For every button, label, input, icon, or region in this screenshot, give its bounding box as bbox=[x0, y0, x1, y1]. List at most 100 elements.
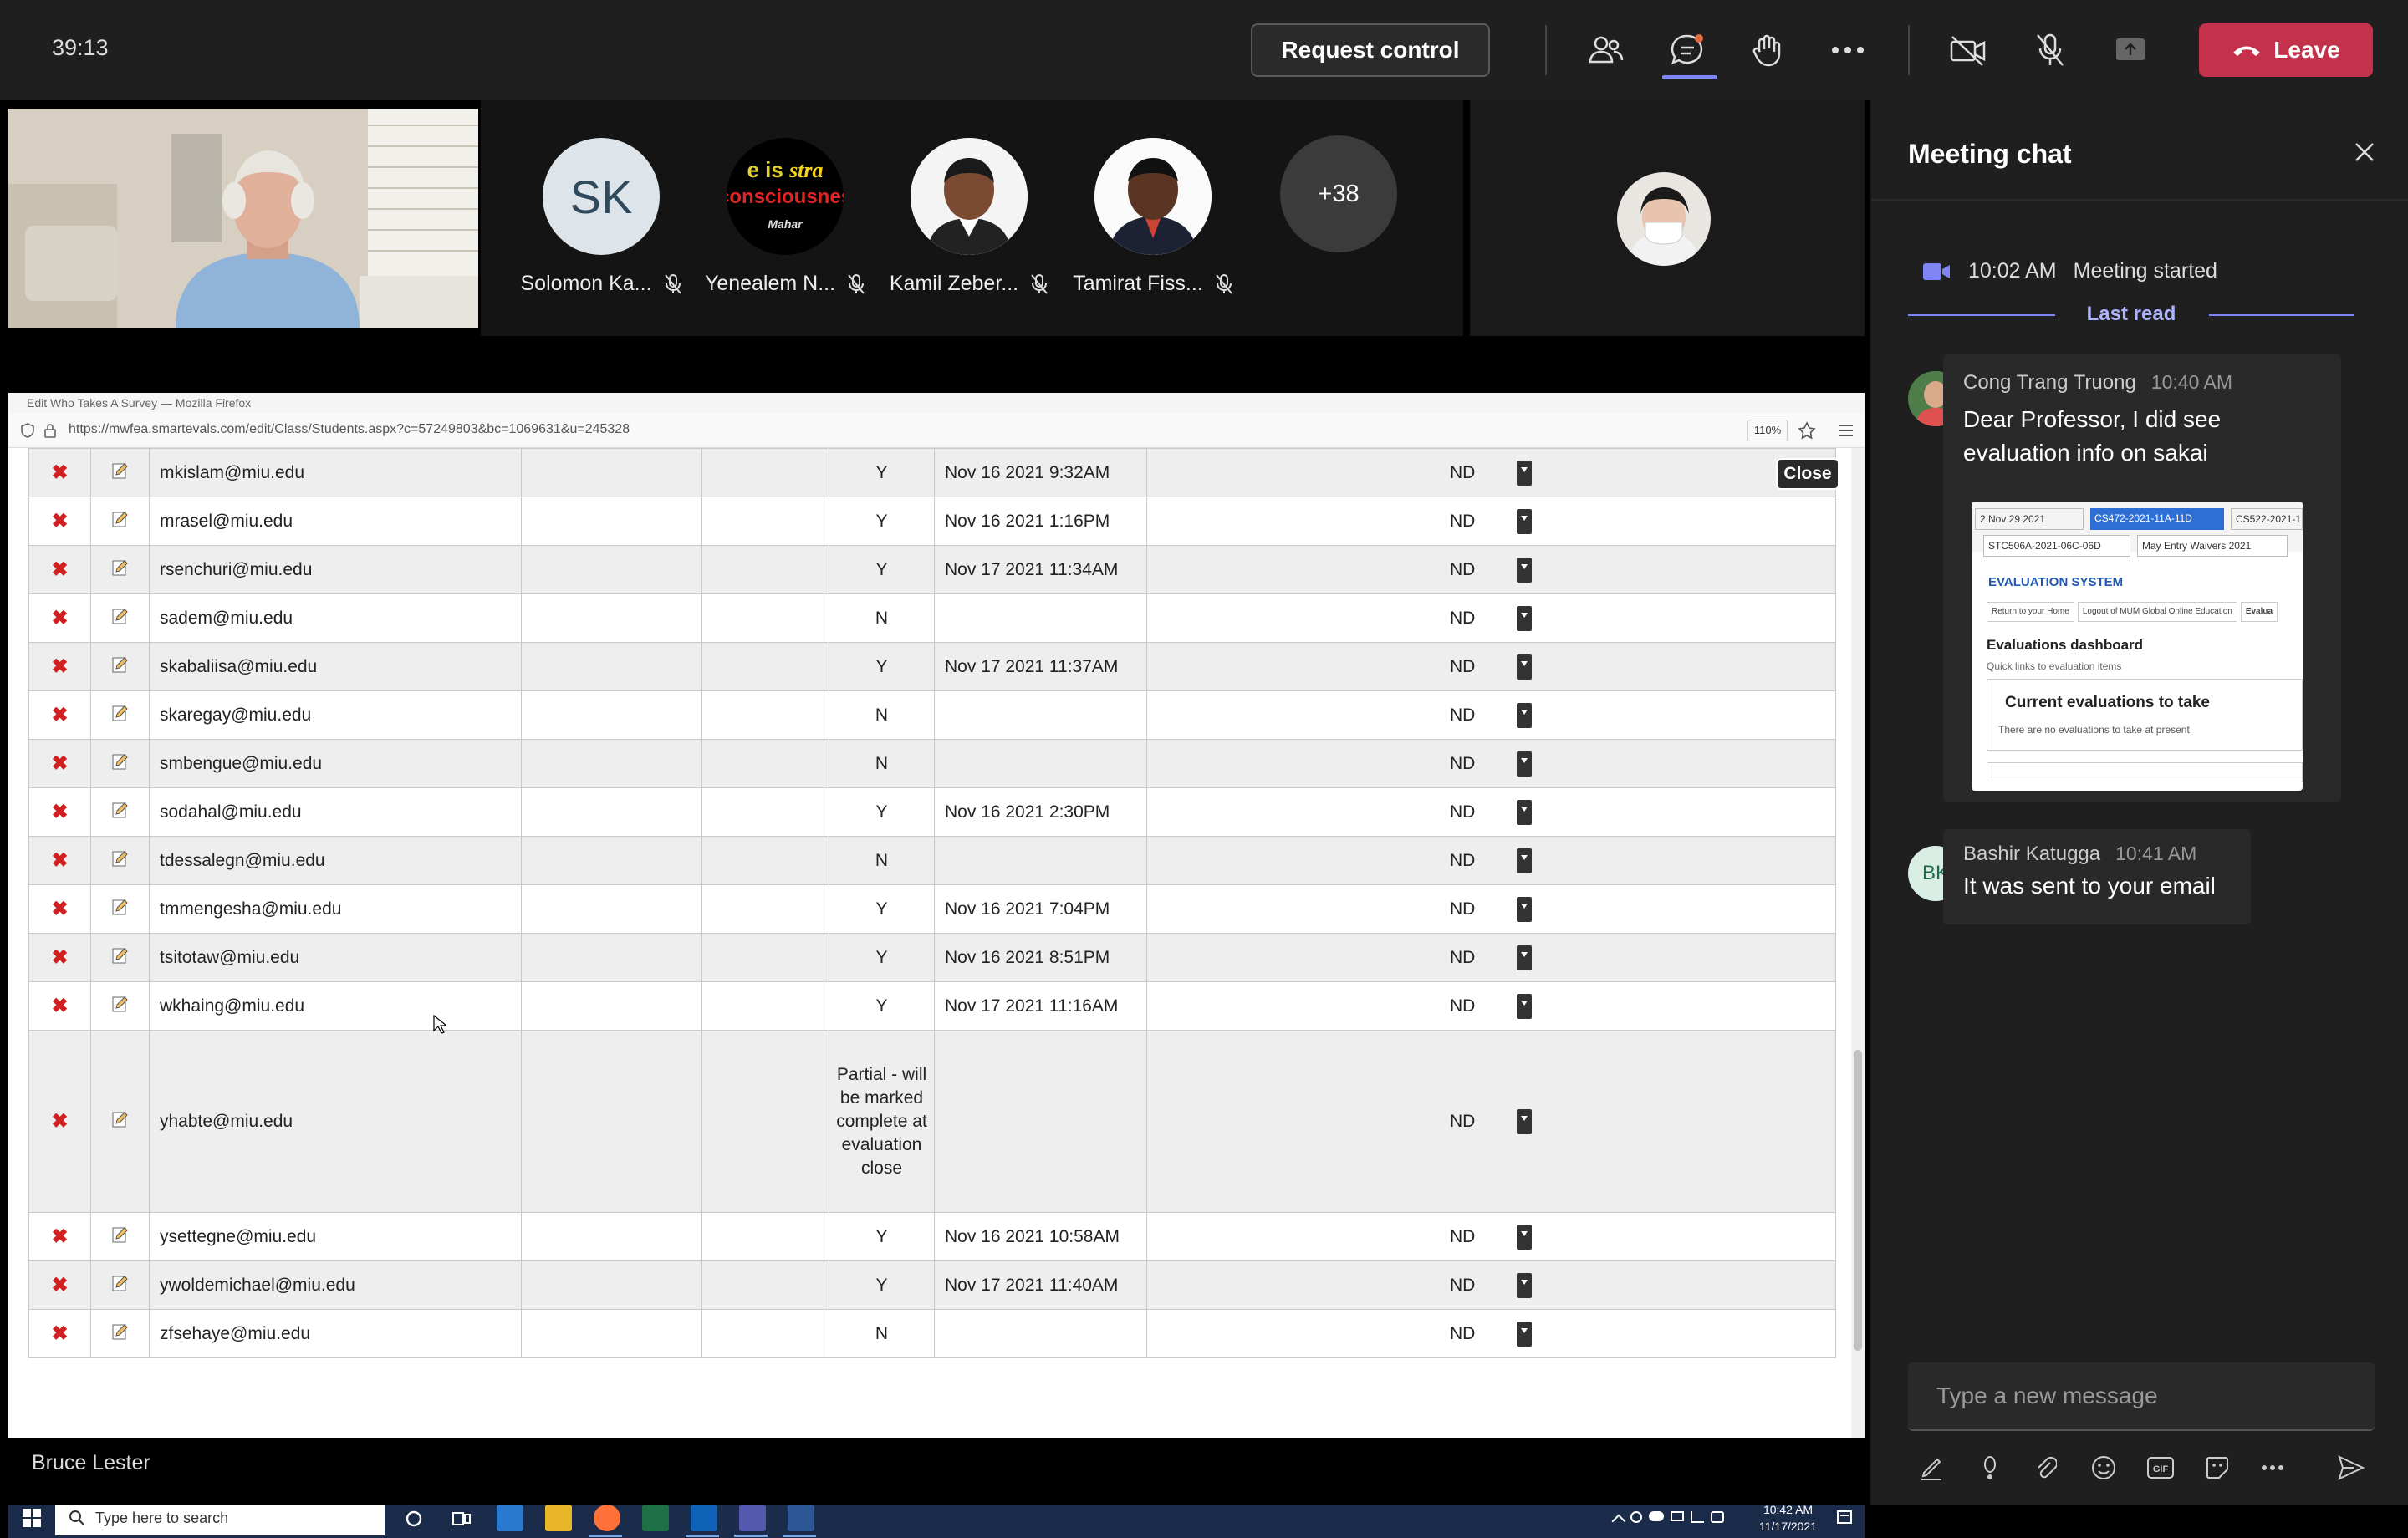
mic-off-icon[interactable] bbox=[2027, 27, 2074, 74]
edit-icon[interactable] bbox=[90, 593, 150, 643]
edit-icon[interactable] bbox=[90, 933, 150, 982]
delete-icon[interactable]: ✖ bbox=[28, 836, 91, 885]
format-icon[interactable] bbox=[1915, 1451, 1948, 1485]
delete-icon[interactable]: ✖ bbox=[28, 497, 91, 546]
message-compose-input[interactable]: Type a new message bbox=[1908, 1362, 2375, 1431]
edit-icon[interactable] bbox=[90, 1212, 150, 1261]
edit-icon[interactable] bbox=[90, 787, 150, 837]
status-dropdown[interactable] bbox=[1517, 945, 1532, 970]
edit-icon[interactable] bbox=[90, 497, 150, 546]
system-tray[interactable] bbox=[1611, 1511, 1747, 1529]
delete-icon[interactable]: ✖ bbox=[28, 1212, 91, 1261]
task-view-icon[interactable] bbox=[452, 1510, 472, 1528]
delete-icon[interactable]: ✖ bbox=[28, 642, 91, 691]
chat-attached-image[interactable]: 2 Nov 29 2021 CS472-2021-11A-11D CS522-2… bbox=[1972, 502, 2303, 791]
status-dropdown[interactable] bbox=[1517, 1272, 1532, 1298]
status-dropdown[interactable] bbox=[1517, 557, 1532, 583]
status-dropdown[interactable] bbox=[1517, 1224, 1532, 1250]
raise-hand-icon[interactable] bbox=[1744, 27, 1791, 74]
delete-icon[interactable]: ✖ bbox=[28, 933, 91, 982]
participant-tile[interactable]: Kamil Zeber... bbox=[885, 138, 1053, 296]
edit-icon[interactable] bbox=[90, 836, 150, 885]
status-dropdown[interactable] bbox=[1517, 799, 1532, 825]
emoji-icon[interactable] bbox=[2087, 1451, 2120, 1485]
people-icon[interactable] bbox=[1582, 27, 1629, 74]
delete-icon[interactable]: ✖ bbox=[28, 545, 91, 594]
status-dropdown[interactable] bbox=[1517, 993, 1532, 1019]
bookmark-star-icon[interactable] bbox=[1798, 421, 1816, 440]
edit-icon[interactable] bbox=[90, 884, 150, 934]
zoom-level[interactable]: 110% bbox=[1747, 420, 1788, 441]
scrollbar[interactable] bbox=[1851, 448, 1865, 1490]
delete-icon[interactable]: ✖ bbox=[28, 593, 91, 643]
outlook-icon[interactable] bbox=[691, 1505, 717, 1531]
status-dropdown[interactable] bbox=[1517, 1108, 1532, 1134]
taskbar-search-input[interactable]: Type here to search bbox=[55, 1500, 385, 1535]
status-dropdown[interactable] bbox=[1517, 605, 1532, 631]
word-icon[interactable] bbox=[788, 1505, 814, 1531]
edit-icon[interactable] bbox=[90, 739, 150, 788]
mail-app-icon[interactable] bbox=[497, 1505, 523, 1531]
delete-icon[interactable]: ✖ bbox=[28, 1309, 91, 1358]
shared-screen[interactable]: Edit Who Takes A Survey — Mozilla Firefo… bbox=[8, 393, 1865, 1538]
delete-icon[interactable]: ✖ bbox=[28, 739, 91, 788]
menu-icon[interactable] bbox=[1838, 423, 1854, 438]
edit-icon[interactable] bbox=[90, 1260, 150, 1310]
notification-icon[interactable] bbox=[1836, 1510, 1853, 1526]
url-text[interactable]: https://mwfea.smartevals.com/edit/Class/… bbox=[69, 422, 630, 437]
chat-icon[interactable] bbox=[1664, 27, 1711, 74]
edit-icon[interactable] bbox=[90, 545, 150, 594]
status-dropdown[interactable] bbox=[1517, 848, 1532, 873]
status-value: ND bbox=[1450, 608, 1476, 628]
participant-tile[interactable]: SK Solomon Ka... bbox=[518, 138, 685, 296]
status-dropdown[interactable] bbox=[1517, 896, 1532, 922]
delete-icon[interactable]: ✖ bbox=[28, 448, 91, 497]
status-dropdown[interactable] bbox=[1517, 654, 1532, 680]
close-icon[interactable] bbox=[2348, 135, 2381, 169]
presenter-video[interactable] bbox=[8, 109, 478, 328]
more-options-icon[interactable] bbox=[2256, 1451, 2289, 1485]
status-dropdown[interactable] bbox=[1517, 751, 1532, 777]
cortana-icon[interactable] bbox=[405, 1510, 423, 1528]
participant-tile[interactable]: e is stra consciousnes Mahar Yenealem N.… bbox=[701, 138, 869, 296]
edit-icon[interactable] bbox=[90, 690, 150, 740]
file-explorer-icon[interactable] bbox=[545, 1505, 572, 1531]
priority-icon[interactable] bbox=[1973, 1451, 2007, 1485]
more-participants-badge[interactable]: +38 bbox=[1280, 135, 1397, 252]
edit-icon[interactable] bbox=[90, 448, 150, 497]
status-dropdown[interactable] bbox=[1517, 508, 1532, 534]
delete-icon[interactable]: ✖ bbox=[28, 690, 91, 740]
send-icon[interactable] bbox=[2334, 1451, 2368, 1485]
status-dropdown[interactable] bbox=[1517, 1321, 1532, 1347]
camera-off-icon[interactable] bbox=[1945, 27, 1992, 74]
chat-message[interactable]: Bashir Katugga 10:41 AM It was sent to yo… bbox=[1943, 829, 2251, 924]
delete-icon[interactable]: ✖ bbox=[28, 981, 91, 1031]
delete-icon[interactable]: ✖ bbox=[28, 1030, 91, 1213]
leave-button[interactable]: Leave bbox=[2199, 23, 2373, 77]
edit-icon[interactable] bbox=[90, 642, 150, 691]
system-clock[interactable]: 10:42 AM 11/17/2021 bbox=[1759, 1501, 1817, 1535]
delete-icon[interactable]: ✖ bbox=[28, 1260, 91, 1310]
excel-icon[interactable] bbox=[642, 1505, 669, 1531]
sticker-icon[interactable] bbox=[2201, 1451, 2234, 1485]
edit-icon[interactable] bbox=[90, 981, 150, 1031]
delete-icon[interactable]: ✖ bbox=[28, 884, 91, 934]
attach-icon[interactable] bbox=[2028, 1451, 2062, 1485]
shield-icon bbox=[21, 423, 34, 438]
share-screen-icon[interactable] bbox=[2107, 27, 2154, 74]
status-dropdown[interactable] bbox=[1517, 702, 1532, 728]
gif-icon[interactable]: GIF bbox=[2144, 1451, 2177, 1485]
status-dropdown[interactable] bbox=[1517, 460, 1532, 486]
close-button[interactable]: Close bbox=[1776, 458, 1839, 490]
scroll-thumb[interactable] bbox=[1854, 1050, 1862, 1351]
response-date: Nov 17 2021 11:37AM bbox=[934, 642, 1147, 691]
edit-icon[interactable] bbox=[90, 1309, 150, 1358]
participant-tile[interactable]: Tamirat Fiss... bbox=[1069, 138, 1237, 296]
delete-icon[interactable]: ✖ bbox=[28, 787, 91, 837]
more-options-icon[interactable] bbox=[1824, 27, 1871, 74]
self-view-tile[interactable] bbox=[1470, 100, 1865, 336]
edit-icon[interactable] bbox=[90, 1030, 150, 1213]
teams-icon[interactable] bbox=[739, 1505, 766, 1531]
firefox-icon[interactable] bbox=[594, 1505, 620, 1531]
request-control-button[interactable]: Request control bbox=[1251, 23, 1490, 77]
